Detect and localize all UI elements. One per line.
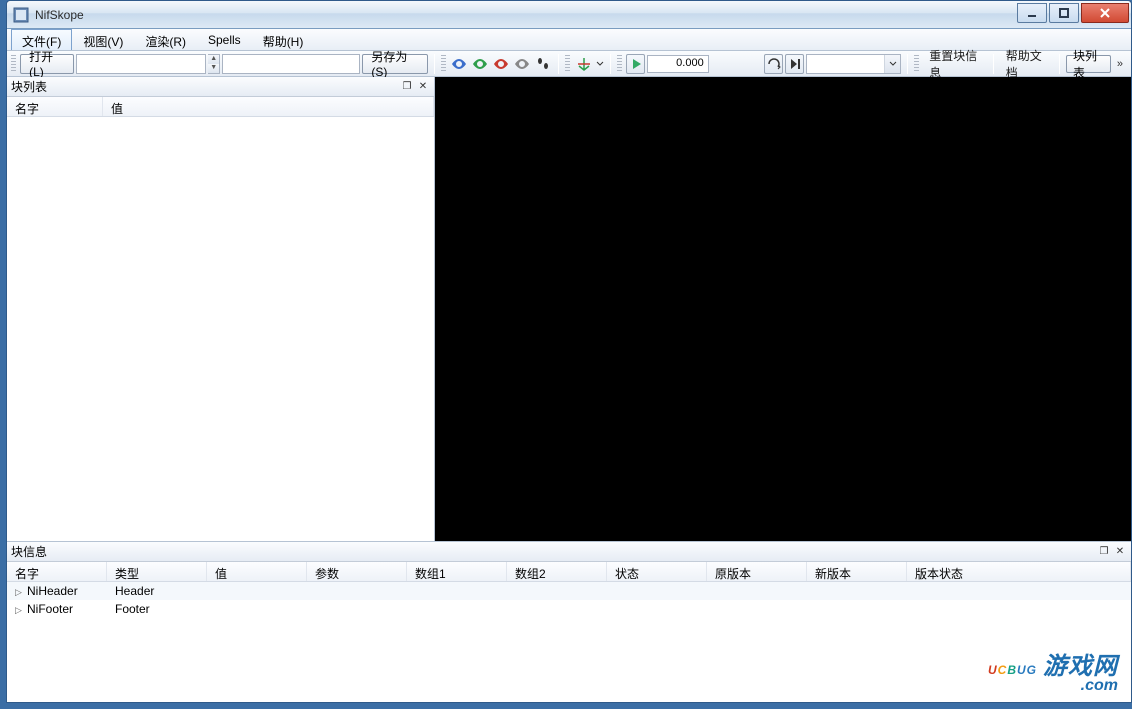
view-mode-4-icon[interactable] [513, 54, 532, 74]
menu-render[interactable]: 渲染(R) [134, 29, 197, 50]
gcol-origver[interactable]: 原版本 [707, 562, 807, 581]
toolbar-grip-icon [617, 55, 622, 73]
expand-icon[interactable]: ▷ [15, 587, 25, 598]
table-row[interactable]: ▷NiFooter Footer [7, 600, 1131, 618]
toolbar-grip-icon [441, 55, 446, 73]
menu-help[interactable]: 帮助(H) [252, 29, 315, 50]
menu-file[interactable]: 文件(F) [11, 29, 72, 50]
menu-spells[interactable]: Spells [197, 29, 252, 50]
gcol-param[interactable]: 参数 [307, 562, 407, 581]
block-info-title: 块信息 [11, 543, 1095, 560]
animation-select[interactable] [806, 54, 901, 74]
block-info-panel: 块信息 ❐ ✕ 名字 类型 值 参数 数组1 数组2 状态 原版本 新版本 版本… [7, 542, 1131, 702]
view-mode-3-icon[interactable] [492, 54, 511, 74]
row-type: Header [107, 584, 207, 598]
close-button[interactable] [1081, 3, 1129, 23]
gcol-value[interactable]: 值 [207, 562, 307, 581]
undock-icon[interactable]: ❐ [1097, 545, 1111, 559]
toolbar-separator [434, 54, 435, 74]
app-icon [13, 7, 29, 23]
expand-icon[interactable]: ▷ [15, 605, 25, 616]
toolbar-separator [610, 54, 611, 74]
gcol-arr1[interactable]: 数组1 [407, 562, 507, 581]
gcol-arr2[interactable]: 数组2 [507, 562, 607, 581]
middle-area: 块列表 ❐ ✕ 名字 值 [7, 77, 1131, 542]
footsteps-icon[interactable] [533, 54, 552, 74]
chevron-down-icon [884, 55, 900, 73]
view-mode-1-icon[interactable] [450, 54, 469, 74]
toolbar-separator [1059, 54, 1060, 74]
saveas-button[interactable]: 另存为 (S) [362, 54, 427, 74]
row-name: NiFooter [27, 602, 73, 616]
loop-button[interactable] [764, 54, 783, 74]
row-type: Footer [107, 602, 207, 616]
block-info-columns: 名字 类型 值 参数 数组1 数组2 状态 原版本 新版本 版本状态 [7, 562, 1131, 582]
gcol-status[interactable]: 状态 [607, 562, 707, 581]
open-button[interactable]: 打开 (L) [20, 54, 74, 74]
toolbar-separator [993, 54, 994, 74]
gcol-newver[interactable]: 新版本 [807, 562, 907, 581]
maximize-button[interactable] [1049, 3, 1079, 23]
gcol-type[interactable]: 类型 [107, 562, 207, 581]
block-list-columns: 名字 值 [7, 97, 434, 117]
axis-tool-icon[interactable] [574, 54, 593, 74]
col-value[interactable]: 值 [103, 97, 434, 116]
reset-block-info-link[interactable]: 重置块信息 [923, 47, 986, 81]
toolbar: 打开 (L) ▲▼ 另存为 (S) 0.000 重置块信息 帮助文档 [7, 51, 1131, 77]
col-name[interactable]: 名字 [7, 97, 103, 116]
saveas-button-label: 另存为 (S) [371, 48, 418, 79]
toolbar-grip-icon [11, 55, 16, 73]
window-controls [1015, 3, 1129, 23]
axis-dropdown-icon[interactable] [595, 60, 604, 68]
viewport-3d[interactable] [435, 77, 1131, 541]
table-row[interactable]: ▷NiHeader Header [7, 582, 1131, 600]
block-info-body[interactable]: ▷NiHeader Header ▷NiFooter Footer [7, 582, 1131, 702]
block-list-button-label: 块列表 [1073, 47, 1104, 81]
toolbar-grip-icon [565, 55, 570, 73]
window-title: NifSkope [35, 8, 1015, 22]
toolbar-overflow-icon[interactable]: » [1113, 58, 1127, 70]
toolbar-separator [558, 54, 559, 74]
row-name: NiHeader [27, 584, 78, 598]
secondary-input[interactable] [222, 54, 360, 74]
app-window: NifSkope 文件(F) 视图(V) 渲染(R) Spells 帮助(H) … [6, 0, 1132, 703]
help-doc-link[interactable]: 帮助文档 [1000, 47, 1053, 81]
toolbar-grip-icon [914, 55, 919, 73]
time-display[interactable]: 0.000 [647, 55, 708, 73]
toolbar-separator [907, 54, 908, 74]
close-panel-icon[interactable]: ✕ [416, 80, 430, 94]
undock-icon[interactable]: ❐ [400, 80, 414, 94]
gcol-verstatus[interactable]: 版本状态 [907, 562, 1131, 581]
block-list-title: 块列表 [11, 78, 398, 95]
skip-button[interactable] [785, 54, 804, 74]
block-info-header: 块信息 ❐ ✕ [7, 542, 1131, 562]
gcol-name[interactable]: 名字 [7, 562, 107, 581]
path-input[interactable] [76, 54, 206, 74]
block-list-header: 块列表 ❐ ✕ [7, 77, 434, 97]
minimize-button[interactable] [1017, 3, 1047, 23]
menu-view[interactable]: 视图(V) [72, 29, 134, 50]
block-list-body[interactable] [7, 117, 434, 541]
close-panel-icon[interactable]: ✕ [1113, 545, 1127, 559]
block-list-button[interactable]: 块列表 [1066, 55, 1111, 73]
view-mode-2-icon[interactable] [471, 54, 490, 74]
play-button[interactable] [626, 54, 645, 74]
path-spinner[interactable]: ▲▼ [208, 54, 220, 74]
open-button-label: 打开 (L) [29, 48, 65, 79]
block-list-panel: 块列表 ❐ ✕ 名字 值 [7, 77, 435, 541]
titlebar: NifSkope [7, 1, 1131, 29]
